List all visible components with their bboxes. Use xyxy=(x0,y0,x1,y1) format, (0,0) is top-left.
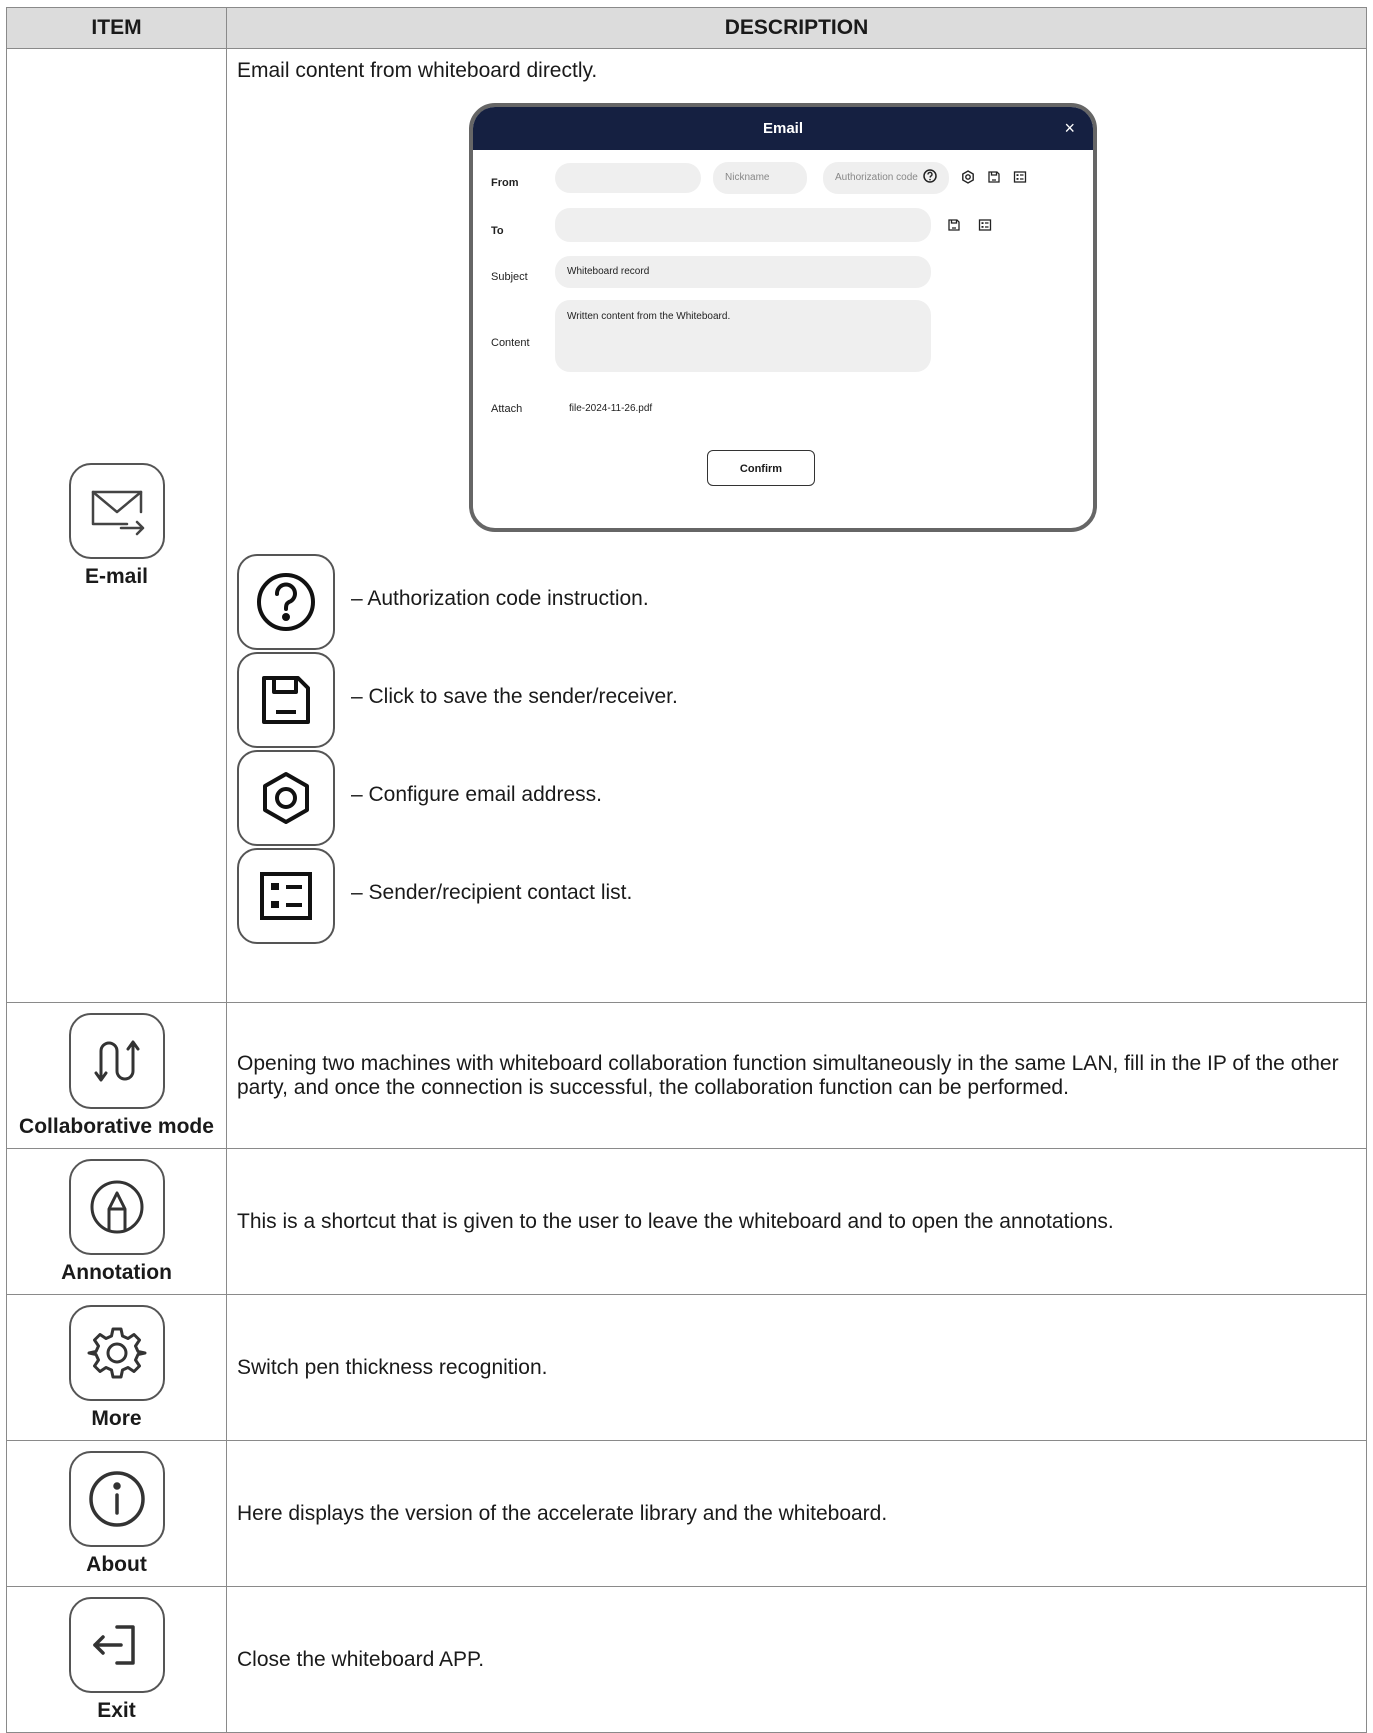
from-email-field[interactable] xyxy=(555,163,701,193)
to-field[interactable] xyxy=(555,208,931,242)
table-row-collaborative: Collaborative mode Opening two machines … xyxy=(6,1002,1367,1149)
desc-cell-collaborative: Opening two machines with whiteboard col… xyxy=(226,1002,1367,1149)
desc-cell-exit: Close the whiteboard APP. xyxy=(226,1586,1367,1733)
item-cell-email: E-mail xyxy=(6,48,227,1003)
email-dialog: Email × From Nickname Authorization code xyxy=(469,103,1097,532)
feature-table: ITEM DESCRIPTION E-mail Email content fr… xyxy=(6,7,1367,1733)
mail-send-icon xyxy=(68,462,165,559)
dialog-title: Email xyxy=(762,120,804,137)
close-icon[interactable]: × xyxy=(1064,107,1075,150)
subject-field[interactable]: Whiteboard record xyxy=(555,256,931,288)
table-row-annotation: Annotation This is a shortcut that is gi… xyxy=(6,1148,1367,1295)
settings-hex-icon[interactable] xyxy=(961,170,975,184)
from-label: From xyxy=(491,177,519,189)
table-row-about: About Here displays the version of the a… xyxy=(6,1440,1367,1587)
item-cell-collaborative: Collaborative mode xyxy=(6,1002,227,1149)
item-label-exit: Exit xyxy=(97,1698,136,1722)
description-collaborative: Opening two machines with whiteboard col… xyxy=(237,1051,1339,1099)
question-circle-icon[interactable] xyxy=(923,169,937,183)
email-intro-text: Email content from whiteboard directly. xyxy=(237,59,598,82)
exit-icon xyxy=(68,1596,165,1693)
legend-text-authorization: – Authorization code instruction. xyxy=(351,587,649,610)
legend-text-contacts: – Sender/recipient contact list. xyxy=(351,881,633,904)
table-row-email: E-mail Email content from whiteboard dir… xyxy=(6,48,1367,1003)
description-exit: Close the whiteboard APP. xyxy=(237,1647,485,1671)
content-label: Content xyxy=(491,337,530,349)
legend-text-save: – Click to save the sender/receiver. xyxy=(351,685,678,708)
header-description: DESCRIPTION xyxy=(226,7,1367,49)
desc-cell-about: Here displays the version of the acceler… xyxy=(226,1440,1367,1587)
item-cell-annotation: Annotation xyxy=(6,1148,227,1295)
settings-hex-icon xyxy=(237,750,335,846)
desc-cell-more: Switch pen thickness recognition. xyxy=(226,1294,1367,1441)
save-icon[interactable] xyxy=(987,170,1001,184)
description-more: Switch pen thickness recognition. xyxy=(237,1355,548,1379)
confirm-button[interactable]: Confirm xyxy=(707,450,815,486)
info-icon xyxy=(68,1450,165,1547)
question-circle-icon xyxy=(237,554,335,650)
description-about: Here displays the version of the acceler… xyxy=(237,1501,888,1525)
nickname-field[interactable]: Nickname xyxy=(713,162,807,194)
save-icon xyxy=(237,652,335,748)
gear-icon xyxy=(68,1304,165,1401)
annotation-pen-icon xyxy=(68,1158,165,1255)
header-item: ITEM xyxy=(6,7,227,49)
item-label-collaborative: Collaborative mode xyxy=(19,1114,214,1138)
item-label-annotation: Annotation xyxy=(61,1260,172,1284)
to-label: To xyxy=(491,225,504,237)
subject-label: Subject xyxy=(491,271,528,283)
item-cell-more: More xyxy=(6,1294,227,1441)
desc-cell-annotation: This is a shortcut that is given to the … xyxy=(226,1148,1367,1295)
save-icon[interactable] xyxy=(947,218,961,232)
table-header-row: ITEM DESCRIPTION xyxy=(6,7,1367,49)
collaboration-arrows-icon xyxy=(68,1012,165,1109)
contact-list-icon xyxy=(237,848,335,944)
item-cell-about: About xyxy=(6,1440,227,1587)
content-field[interactable]: Written content from the Whiteboard. xyxy=(555,300,931,372)
attachment-file[interactable]: file-2024-11-26.pdf xyxy=(569,397,652,421)
item-label-about: About xyxy=(86,1552,147,1576)
desc-cell-email: Email content from whiteboard directly. … xyxy=(226,48,1367,1003)
item-label-more: More xyxy=(91,1406,142,1430)
table-row-exit: Exit Close the whiteboard APP. xyxy=(6,1586,1367,1733)
description-annotation: This is a shortcut that is given to the … xyxy=(237,1209,1114,1233)
item-label-email: E-mail xyxy=(84,564,149,588)
dialog-header: Email × xyxy=(473,107,1093,150)
attach-label: Attach xyxy=(491,403,523,415)
table-row-more: More Switch pen thickness recognition. xyxy=(6,1294,1367,1441)
item-cell-exit: Exit xyxy=(6,1586,227,1733)
contact-list-icon[interactable] xyxy=(978,218,992,232)
legend-text-configure: – Configure email address. xyxy=(351,783,602,806)
contact-list-icon[interactable] xyxy=(1013,170,1027,184)
